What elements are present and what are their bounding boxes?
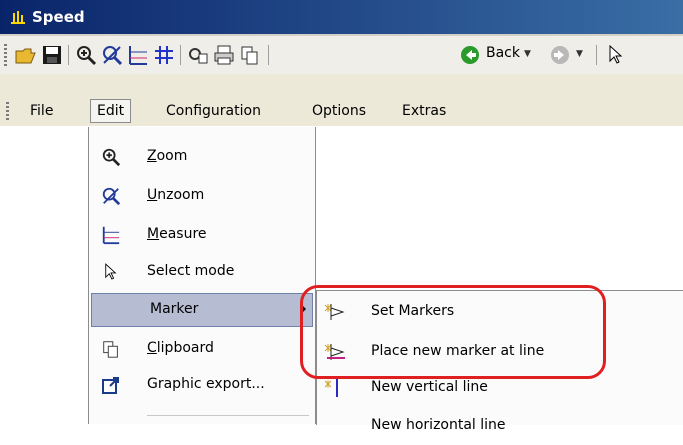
toolbar-grip[interactable]: [4, 44, 7, 66]
edit-menu-item-unzoom[interactable]: Unzoom: [89, 180, 315, 212]
edit-menu-item-measure[interactable]: Measure: [89, 219, 315, 251]
preview-icon[interactable]: [186, 43, 210, 67]
export-icon: [101, 375, 121, 395]
edit-menu-item-marker[interactable]: Marker: [91, 293, 313, 327]
copy-icon[interactable]: [238, 43, 262, 67]
edit-menu-dropdown: Zoom Unzoom Measure Select mode Marker C…: [88, 127, 316, 424]
submenu-item-label: New horizontal line: [371, 417, 506, 433]
back-arrow-icon[interactable]: [458, 43, 482, 67]
zoom-icon[interactable]: [74, 43, 98, 67]
title-bar: Speed: [0, 0, 683, 36]
zoom-icon: [101, 147, 121, 167]
menu-item-label: Marker: [150, 301, 199, 317]
forward-arrow-icon[interactable]: [548, 43, 572, 67]
edit-menu-item-select-mode[interactable]: Select mode: [89, 256, 315, 288]
edit-menu-item-zoom[interactable]: Zoom: [89, 141, 315, 173]
toolbar-separator: [268, 45, 269, 65]
unzoom-icon: [101, 186, 121, 206]
pointer-icon[interactable]: [604, 43, 628, 67]
vertical-line-icon: [324, 379, 338, 397]
menu-file[interactable]: File: [24, 100, 59, 122]
menu-item-label: Select mode: [147, 263, 235, 279]
measure-icon[interactable]: [126, 43, 150, 67]
cursor-icon: [101, 262, 121, 282]
toolbar-separator: [180, 45, 181, 65]
submenu-item-label: New vertical line: [371, 379, 488, 395]
clipboard-icon: [101, 339, 121, 359]
forward-dropdown-icon[interactable]: ▼: [576, 49, 583, 59]
menu-edit[interactable]: Edit: [90, 99, 132, 123]
menu-item-label: Measure: [147, 226, 207, 242]
toolbar-separator: [596, 45, 597, 65]
menubar: File Edit Configuration Options Extras: [0, 96, 683, 126]
menubar-grip[interactable]: [6, 102, 9, 120]
open-folder-icon[interactable]: [14, 43, 38, 67]
back-dropdown-icon[interactable]: ▼: [524, 49, 531, 59]
menu-item-label: Clipboard: [147, 340, 214, 356]
window-title: Speed: [32, 8, 85, 26]
menubar-spacer: [0, 74, 683, 96]
edit-menu-item-clipboard[interactable]: Clipboard: [89, 333, 315, 365]
menu-separator: [147, 415, 309, 416]
submenu-item-new-horizontal-line[interactable]: New horizontal line: [317, 407, 683, 445]
menu-options[interactable]: Options: [306, 100, 372, 122]
edit-menu-item-graphic-export[interactable]: Graphic export...: [89, 369, 315, 401]
measure-icon: [101, 225, 121, 245]
unzoom-icon[interactable]: [100, 43, 124, 67]
toolbar-separator: [68, 45, 69, 65]
menu-item-label: Graphic export...: [147, 376, 265, 392]
save-icon[interactable]: [40, 43, 64, 67]
menu-item-label: Zoom: [147, 148, 188, 164]
print-icon[interactable]: [212, 43, 236, 67]
toolbar: Back ▼ ▼: [0, 36, 683, 75]
menu-item-label: Unzoom: [147, 187, 205, 203]
annotation-highlight-outline: [300, 285, 606, 379]
grid-icon[interactable]: [152, 43, 176, 67]
back-button-label[interactable]: Back: [486, 45, 520, 61]
menu-configuration[interactable]: Configuration: [160, 100, 267, 122]
app-logo-icon: [11, 11, 25, 24]
menu-extras[interactable]: Extras: [396, 100, 452, 122]
